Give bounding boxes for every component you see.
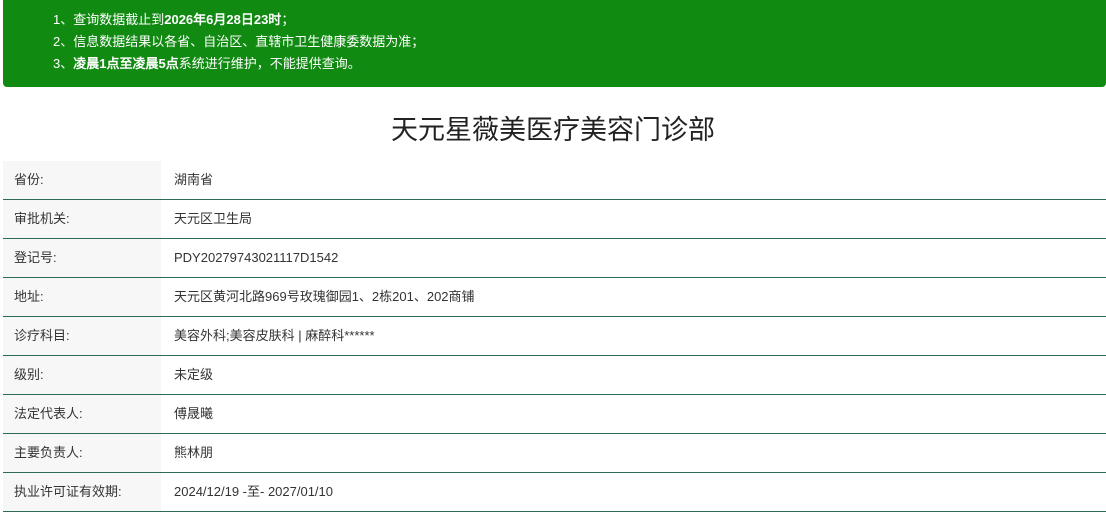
notice-line-1-suffix: ； — [281, 12, 295, 27]
detail-value: 2024/12/19 -至- 2027/01/10 — [174, 484, 334, 499]
notice-banner: 1、查询数据截止到2026年6月28日23时； 2、信息数据结果以各省、自治区、… — [3, 0, 1106, 87]
detail-row-registration-number: 登记号: PDY20279743021117D1542 — [3, 239, 1106, 278]
detail-value: 傅晟曦 — [174, 406, 214, 421]
detail-row-level: 级别: 未定级 — [3, 356, 1106, 395]
notice-line-3: 3、凌晨1点至凌晨5点系统进行维护，不能提供查询。 — [53, 53, 1106, 75]
detail-label: 诊疗科目: — [3, 317, 161, 355]
detail-row-province: 省份: 湖南省 — [3, 161, 1106, 200]
detail-value: 天元区卫生局 — [174, 211, 253, 226]
detail-label: 登记号: — [3, 239, 161, 277]
detail-value: 天元区黄河北路969号玫瑰御园1、2栋201、202商铺 — [174, 289, 475, 304]
notice-line-1-highlight: 2026年6月28日23时 — [164, 12, 282, 27]
detail-row-approval-authority: 审批机关: 天元区卫生局 — [3, 200, 1106, 239]
notice-line-1-prefix: 1、查询数据截止到 — [53, 12, 165, 27]
detail-label: 审批机关: — [3, 200, 161, 238]
notice-line-3-prefix: 3、 — [53, 56, 74, 71]
notice-line-3-suffix: 系统进行维护，不能提供查询。 — [178, 56, 361, 71]
detail-label: 法定代表人: — [3, 395, 161, 433]
detail-row-principal: 主要负责人: 熊林朋 — [3, 434, 1106, 473]
detail-value: 湖南省 — [174, 172, 214, 187]
detail-value: 美容外科;美容皮肤科 | 麻醉科****** — [174, 328, 375, 343]
detail-row-license-validity: 执业许可证有效期: 2024/12/19 -至- 2027/01/10 — [3, 473, 1106, 512]
detail-value: PDY20279743021117D1542 — [174, 250, 339, 265]
notice-line-2: 2、信息数据结果以各省、自治区、直辖市卫生健康委数据为准； — [53, 31, 1106, 53]
details-table: 省份: 湖南省 审批机关: 天元区卫生局 登记号: PDY20279743021… — [3, 161, 1106, 512]
detail-value: 熊林朋 — [174, 445, 214, 460]
detail-label: 省份: — [3, 161, 161, 199]
detail-label: 地址: — [3, 278, 161, 316]
page: 1、查询数据截止到2026年6月28日23时； 2、信息数据结果以各省、自治区、… — [0, 0, 1106, 515]
notice-line-1: 1、查询数据截止到2026年6月28日23时； — [53, 9, 1106, 31]
detail-label: 主要负责人: — [3, 434, 161, 472]
page-title: 天元星薇美医疗美容门诊部 — [391, 115, 715, 145]
detail-row-legal-representative: 法定代表人: 傅晟曦 — [3, 395, 1106, 434]
notice-line-3-highlight: 凌晨1点至凌晨5点 — [73, 56, 179, 71]
detail-row-address: 地址: 天元区黄河北路969号玫瑰御园1、2栋201、202商铺 — [3, 278, 1106, 317]
detail-label: 执业许可证有效期: — [3, 473, 161, 511]
notice-line-2-text: 2、信息数据结果以各省、自治区、直辖市卫生健康委数据为准； — [53, 34, 425, 49]
detail-value: 未定级 — [174, 367, 214, 382]
detail-row-departments: 诊疗科目: 美容外科;美容皮肤科 | 麻醉科****** — [3, 317, 1106, 356]
detail-label: 级别: — [3, 356, 161, 394]
